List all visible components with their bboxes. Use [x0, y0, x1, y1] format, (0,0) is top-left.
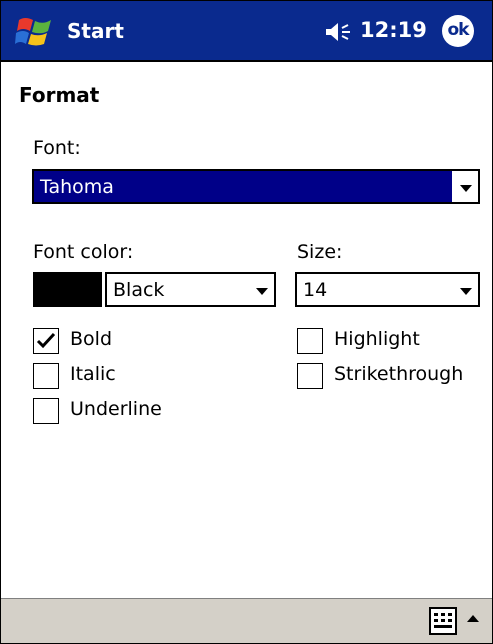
keyboard-icon[interactable]: [429, 607, 457, 635]
size-label: Size:: [297, 241, 343, 263]
speaker-icon[interactable]: [324, 21, 354, 43]
font-label: Font:: [33, 137, 81, 159]
chevron-down-icon: [460, 185, 472, 192]
font-color-label: Font color:: [33, 241, 134, 263]
clock[interactable]: 12:19: [360, 18, 427, 42]
italic-checkbox[interactable]: [33, 363, 59, 389]
bold-checkbox[interactable]: [33, 328, 59, 354]
size-select-value: 14: [303, 279, 328, 301]
strikethrough-checkbox[interactable]: [297, 363, 323, 389]
chevron-down-icon: [460, 288, 472, 295]
highlight-label: Highlight: [334, 328, 420, 350]
underline-label: Underline: [70, 398, 162, 420]
up-arrow-icon[interactable]: [467, 615, 479, 622]
font-color-select[interactable]: Black: [105, 272, 276, 307]
size-select[interactable]: 14: [295, 272, 480, 307]
page-title: Format: [19, 83, 100, 107]
format-dialog: Start 12:19 ok Format Font: Tahoma Font …: [0, 0, 493, 644]
title-bar: Start 12:19 ok: [1, 1, 492, 62]
font-color-swatch: [33, 272, 102, 307]
command-bar: [1, 598, 492, 643]
bold-label: Bold: [70, 328, 112, 350]
chevron-down-icon: [256, 288, 268, 295]
font-color-select-value: Black: [113, 279, 165, 301]
app-title[interactable]: Start: [67, 19, 124, 43]
font-select[interactable]: Tahoma: [32, 169, 480, 204]
underline-checkbox[interactable]: [33, 398, 59, 424]
ok-button[interactable]: ok: [442, 15, 474, 47]
highlight-checkbox[interactable]: [297, 328, 323, 354]
font-select-value: Tahoma: [40, 176, 114, 198]
strikethrough-label: Strikethrough: [334, 363, 464, 385]
italic-label: Italic: [70, 363, 116, 385]
windows-start-icon[interactable]: [15, 14, 55, 49]
checkmark-icon: [36, 332, 56, 349]
